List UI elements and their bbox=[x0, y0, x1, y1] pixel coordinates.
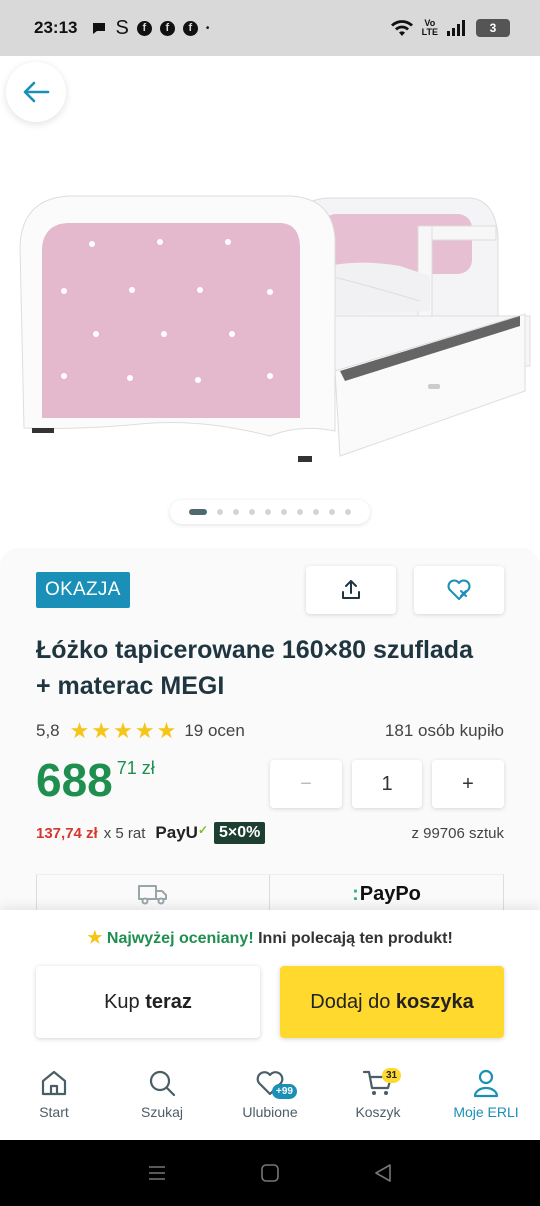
nav-label-cart: Koszyk bbox=[355, 1104, 401, 1120]
rating-value: 5,8 bbox=[36, 721, 60, 740]
volte-icon: Vo LTE bbox=[422, 19, 438, 37]
add-to-cart-button[interactable]: Dodaj do koszyka bbox=[280, 966, 504, 1038]
facebook-icon: f bbox=[182, 20, 198, 36]
installment-count: x 5 rat bbox=[103, 824, 146, 842]
home-button-icon[interactable] bbox=[259, 1163, 281, 1183]
nav-item-search[interactable]: Szukaj bbox=[108, 1050, 216, 1140]
recent-apps-icon[interactable] bbox=[146, 1163, 168, 1183]
status-right: Vo LTE 3 bbox=[390, 19, 510, 37]
facebook-icon: f bbox=[136, 20, 152, 36]
star-icon: ★ bbox=[113, 718, 133, 743]
payu-logo: PayU✓ bbox=[155, 823, 208, 843]
nav-item-favorites[interactable]: +99 Ulubione bbox=[216, 1050, 324, 1140]
bought-count: 181 osób kupiło bbox=[384, 721, 504, 740]
nav-label-account: Moje ERLI bbox=[453, 1104, 519, 1120]
pager-dot[interactable] bbox=[189, 509, 207, 515]
image-pager[interactable] bbox=[170, 500, 370, 524]
cart-count-badge: 31 bbox=[382, 1068, 402, 1083]
quantity-input[interactable]: 1 bbox=[352, 760, 422, 808]
payu-label: PayU bbox=[155, 823, 198, 842]
star-icon: ★ bbox=[69, 718, 90, 743]
pager-dot[interactable] bbox=[217, 509, 223, 515]
paypo-mark-icon: : bbox=[352, 883, 359, 905]
add-to-cart-label: Dodaj do bbox=[310, 990, 391, 1013]
payu-mark-icon: ✓ bbox=[197, 823, 208, 837]
quantity-decrease-button[interactable]: − bbox=[270, 760, 342, 808]
more-notifications-dot: • bbox=[205, 22, 210, 34]
bottom-nav: Start Szukaj +99 Ulubione 31 Koszyk Moje… bbox=[0, 1050, 540, 1140]
quantity-increase-button[interactable]: + bbox=[432, 760, 504, 808]
status-bar: 23:13 S f f f • Vo LTE 3 bbox=[0, 0, 540, 56]
paypo-logo: PayPo bbox=[359, 883, 421, 905]
nav-item-cart[interactable]: 31 Koszyk bbox=[324, 1050, 432, 1140]
signal-icon bbox=[447, 20, 465, 36]
product-image bbox=[19, 195, 531, 462]
facebook-icon: f bbox=[159, 20, 175, 36]
pager-dot[interactable] bbox=[249, 509, 255, 515]
product-gallery[interactable] bbox=[0, 56, 540, 546]
wifi-icon bbox=[390, 20, 413, 36]
nav-item-account[interactable]: Moje ERLI bbox=[432, 1050, 540, 1140]
installments-row[interactable]: 137,74 zł x 5 rat PayU✓ 5×0% z 99706 szt… bbox=[36, 822, 504, 844]
share-button[interactable] bbox=[306, 566, 396, 614]
search-icon bbox=[149, 1070, 176, 1097]
pager-dot[interactable] bbox=[233, 509, 239, 515]
promo-highlight: Najwyżej oceniany! bbox=[106, 930, 254, 947]
status-time: 23:13 bbox=[34, 18, 78, 37]
nav-label-start: Start bbox=[39, 1104, 69, 1120]
system-nav-bar bbox=[0, 1140, 540, 1206]
deal-badge: OKAZJA bbox=[36, 572, 130, 608]
star-icon: ★ bbox=[156, 718, 177, 743]
favorite-button[interactable] bbox=[414, 566, 504, 614]
star-icon: ★ bbox=[91, 718, 112, 743]
heart-remove-icon bbox=[447, 579, 471, 600]
installment-amount: 137,74 zł bbox=[36, 824, 98, 842]
promo-text: Inni polecają ten produkt! bbox=[258, 930, 453, 947]
arrow-left-icon bbox=[23, 81, 50, 103]
price-main: 688 bbox=[36, 754, 113, 806]
battery-icon: 3 bbox=[476, 19, 510, 37]
s-app-icon: S bbox=[115, 16, 129, 39]
star-icon: ★ bbox=[87, 928, 103, 947]
star-icon: ★ bbox=[134, 718, 155, 743]
nav-label-search: Szukaj bbox=[140, 1104, 184, 1120]
nav-item-start[interactable]: Start bbox=[0, 1050, 108, 1140]
purchase-sheet: ★ Najwyżej oceniany! Inni polecają ten p… bbox=[0, 910, 540, 1050]
home-icon bbox=[41, 1070, 67, 1096]
buy-now-button[interactable]: Kup teraz bbox=[36, 966, 260, 1038]
pager-dot[interactable] bbox=[329, 509, 335, 515]
add-to-cart-label-bold: koszyka bbox=[395, 990, 474, 1013]
buy-now-label-bold: teraz bbox=[145, 990, 192, 1013]
back-triangle-icon[interactable] bbox=[372, 1163, 394, 1183]
favorites-count-badge: +99 bbox=[272, 1084, 297, 1099]
pager-dot[interactable] bbox=[297, 509, 303, 515]
rating-row[interactable]: 5,8 ★ ★ ★ ★ ★ 19 ocen 181 osób kupiło bbox=[36, 718, 504, 744]
installment-badge: 5×0% bbox=[214, 822, 266, 844]
nav-label-favorites: Ulubione bbox=[242, 1104, 298, 1120]
volte-bottom: LTE bbox=[421, 27, 438, 37]
pager-dot[interactable] bbox=[265, 509, 271, 515]
product-title: Łóżko tapicerowane 160×80 szuflada + mat… bbox=[36, 636, 473, 700]
pager-dot[interactable] bbox=[281, 509, 287, 515]
user-icon bbox=[473, 1069, 499, 1098]
back-button[interactable] bbox=[6, 62, 66, 122]
buy-now-label: Kup bbox=[104, 990, 140, 1013]
product-panel: OKAZJA Łóżko tapicerowane 160×80 szuflad… bbox=[0, 548, 540, 918]
chat-bubble-icon bbox=[93, 23, 106, 34]
truck-icon bbox=[138, 884, 167, 904]
rating-stars: ★ ★ ★ ★ ★ bbox=[70, 718, 177, 744]
notification-icons: S f f f • bbox=[91, 17, 209, 40]
reviews-count[interactable]: 19 ocen bbox=[184, 721, 245, 741]
share-icon bbox=[342, 580, 360, 599]
stock-count: z 99706 sztuk bbox=[411, 824, 504, 842]
pager-dot[interactable] bbox=[313, 509, 319, 515]
pager-dot[interactable] bbox=[345, 509, 351, 515]
price: 688 71 zł bbox=[36, 752, 155, 808]
price-cents: 71 zł bbox=[116, 758, 155, 778]
promo-banner: ★ Najwyżej oceniany! Inni polecają ten p… bbox=[0, 928, 540, 948]
